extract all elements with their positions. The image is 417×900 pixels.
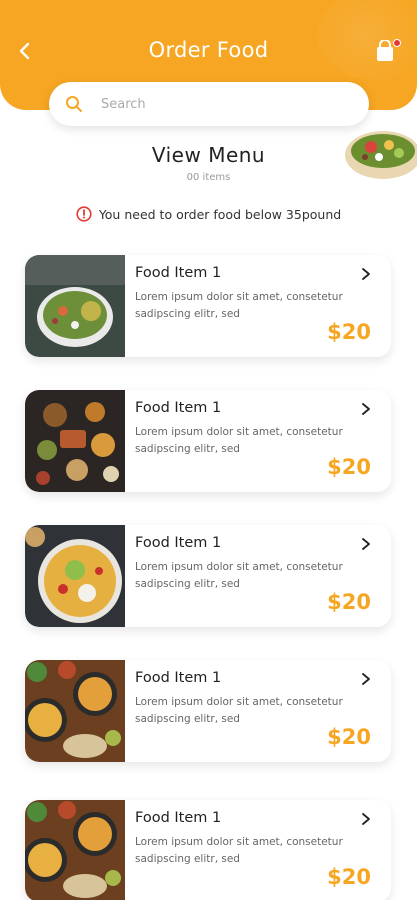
food-card[interactable]: Food Item 1 Lorem ipsum dolor sit amet, … (25, 660, 391, 762)
menu-heading: View Menu (151, 143, 266, 167)
search-input[interactable] (101, 96, 321, 112)
food-item-price: $20 (327, 455, 371, 479)
food-item-name: Food Item 1 (135, 670, 222, 686)
chevron-right-icon[interactable] (359, 812, 373, 826)
food-item-price: $20 (327, 725, 371, 749)
food-image-nachos (25, 525, 125, 627)
food-card[interactable]: Food Item 1 Lorem ipsum dolor sit amet, … (25, 800, 391, 900)
order-notice-text: You need to order food below 35pound (98, 206, 342, 222)
food-image-salad-bowl (25, 255, 125, 357)
food-item-description: Lorem ipsum dolor sit amet, consetetur s… (135, 696, 343, 725)
food-item-name: Food Item 1 (135, 265, 222, 281)
food-item-price: $20 (327, 865, 371, 889)
food-item-name: Food Item 1 (135, 400, 222, 416)
food-card[interactable]: Food Item 1 Lorem ipsum dolor sit amet, … (25, 390, 391, 492)
chevron-right-icon[interactable] (359, 267, 373, 281)
chevron-right-icon[interactable] (359, 402, 373, 416)
food-image-rice-dishes (25, 800, 125, 900)
food-item-description: Lorem ipsum dolor sit amet, consetetur s… (135, 836, 343, 865)
food-item-name: Food Item 1 (135, 810, 222, 826)
food-card[interactable]: Food Item 1 Lorem ipsum dolor sit amet, … (25, 255, 391, 357)
menu-item-count: 00 items (186, 172, 231, 183)
food-item-description: Lorem ipsum dolor sit amet, consetetur s… (135, 561, 343, 590)
food-card[interactable]: Food Item 1 Lorem ipsum dolor sit amet, … (25, 525, 391, 627)
food-item-description: Lorem ipsum dolor sit amet, consetetur s… (135, 291, 343, 320)
food-item-price: $20 (327, 590, 371, 614)
page-title: Order Food (148, 38, 269, 62)
food-image-rice-dishes (25, 660, 125, 762)
cart-button[interactable] (375, 39, 401, 64)
food-image-table-spread (25, 390, 125, 492)
food-item-name: Food Item 1 (135, 535, 222, 551)
order-notice: You need to order food below 35pound (0, 206, 417, 222)
search-bar[interactable] (49, 82, 369, 126)
food-item-description: Lorem ipsum dolor sit amet, consetetur s… (135, 426, 343, 455)
search-icon (66, 96, 82, 112)
cart-badge (393, 39, 401, 47)
shopping-bag-icon (377, 39, 393, 61)
food-item-price: $20 (327, 320, 371, 344)
chevron-right-icon[interactable] (359, 672, 373, 686)
alert-icon (76, 206, 92, 222)
chevron-right-icon[interactable] (359, 537, 373, 551)
